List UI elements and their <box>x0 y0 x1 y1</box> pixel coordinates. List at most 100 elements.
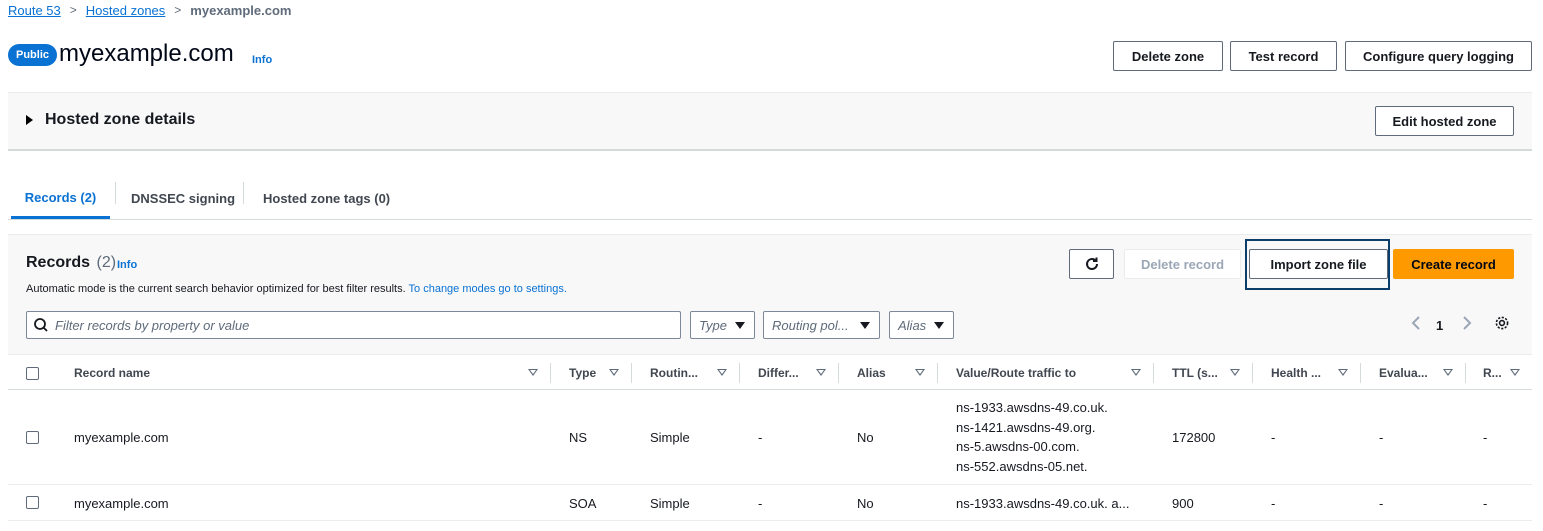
refresh-icon <box>1085 257 1098 270</box>
caret-down-icon <box>934 322 944 329</box>
column-record-id[interactable]: R... <box>1483 355 1502 391</box>
test-record-button[interactable]: Test record <box>1230 41 1337 71</box>
records-info-link[interactable]: Info <box>117 259 137 271</box>
records-panel: Records (2) Info Automatic mode is the c… <box>8 234 1532 524</box>
breadcrumb: Route 53 > Hosted zones > myexample.com <box>8 2 291 18</box>
configure-query-logging-button[interactable]: Configure query logging <box>1345 41 1532 71</box>
breadcrumb-route53-link[interactable]: Route 53 <box>8 3 61 18</box>
column-value[interactable]: Value/Route traffic to <box>956 355 1076 391</box>
column-routing-policy[interactable]: Routin... <box>650 355 698 391</box>
create-record-button[interactable]: Create record <box>1393 249 1514 279</box>
differentiator-cell: - <box>758 430 763 445</box>
evaluate-health-cell: - <box>1379 496 1384 511</box>
record-type-cell: SOA <box>569 496 597 511</box>
public-badge: Public <box>8 44 58 66</box>
ttl-cell: 900 <box>1172 496 1194 511</box>
column-divider[interactable] <box>1153 363 1154 383</box>
sort-icon[interactable] <box>609 369 619 376</box>
differentiator-cell: - <box>758 496 763 511</box>
column-divider[interactable] <box>739 363 740 383</box>
filter-records-input[interactable] <box>55 317 655 333</box>
tab-divider <box>243 182 244 204</box>
alias-filter-select[interactable]: Alias <box>889 311 954 339</box>
breadcrumb-current: myexample.com <box>190 2 292 18</box>
alias-cell: No <box>857 496 874 511</box>
column-divider[interactable] <box>1252 363 1253 383</box>
value-line: ns-552.awsdns-05.net. <box>956 458 1088 474</box>
tab-hosted-zone-tags[interactable]: Hosted zone tags (0) <box>263 178 390 219</box>
column-record-name[interactable]: Record name <box>74 355 150 391</box>
tab-records[interactable]: Records (2) <box>11 178 110 219</box>
records-title: Records (2) <box>26 254 116 272</box>
routing-policy-cell: Simple <box>650 430 690 445</box>
column-divider[interactable] <box>631 363 632 383</box>
column-divider[interactable] <box>550 363 551 383</box>
column-type[interactable]: Type <box>569 355 596 391</box>
table-row[interactable]: myexample.com SOA Simple - No ns-1933.aw… <box>8 485 1532 521</box>
record-name-cell: myexample.com <box>74 430 169 445</box>
routing-filter-label: Routing pol... <box>772 317 849 333</box>
sort-icon[interactable] <box>816 369 826 376</box>
record-type-cell: NS <box>569 430 588 445</box>
sort-icon[interactable] <box>1510 369 1520 376</box>
health-check-cell: - <box>1271 430 1276 445</box>
column-divider[interactable] <box>838 363 839 383</box>
delete-zone-button[interactable]: Delete zone <box>1113 41 1223 71</box>
hosted-zone-details-panel: Hosted zone details Edit hosted zone <box>8 92 1532 151</box>
column-alias[interactable]: Alias <box>857 355 886 391</box>
value-line: ns-5.awsdns-00.com. <box>956 439 1080 454</box>
import-zone-file-button[interactable]: Import zone file <box>1249 249 1388 279</box>
search-mode-text: Automatic mode is the current search beh… <box>26 283 406 295</box>
alias-filter-label: Alias <box>898 317 927 333</box>
value-cell: ns-1933.awsdns-49.co.uk. ns-1421.awsdns-… <box>956 398 1108 476</box>
sort-icon[interactable] <box>1131 369 1141 376</box>
delete-record-button[interactable]: Delete record <box>1124 249 1241 279</box>
next-page-icon[interactable] <box>1460 315 1474 334</box>
tab-bar: Records (2) DNSSEC signing Hosted zone t… <box>8 178 1532 220</box>
record-name-cell: myexample.com <box>74 496 169 511</box>
row-checkbox[interactable] <box>26 431 39 444</box>
row-checkbox[interactable] <box>26 496 39 509</box>
page-title: myexample.com <box>59 40 234 67</box>
tab-dnssec-signing[interactable]: DNSSEC signing <box>131 178 235 219</box>
sort-icon[interactable] <box>717 369 727 376</box>
previous-page-icon[interactable] <box>1409 315 1423 334</box>
column-divider[interactable] <box>1465 363 1466 383</box>
routing-policy-filter-select[interactable]: Routing pol... <box>763 311 880 339</box>
settings-link[interactable]: To change modes go to settings. <box>409 283 567 295</box>
sort-icon[interactable] <box>915 369 925 376</box>
select-all-checkbox[interactable] <box>26 367 39 380</box>
breadcrumb-hosted-zones-link[interactable]: Hosted zones <box>86 3 166 18</box>
edit-hosted-zone-button[interactable]: Edit hosted zone <box>1375 106 1514 136</box>
value-line: ns-1933.awsdns-49.co.uk. <box>956 400 1108 415</box>
search-icon <box>27 312 55 338</box>
table-row[interactable]: myexample.com NS Simple - No ns-1933.aws… <box>8 390 1532 485</box>
filter-records-field[interactable] <box>26 311 681 339</box>
hosted-zone-details-toggle[interactable]: Hosted zone details <box>45 111 195 129</box>
records-table-header: Record name Type Routin... Differ... Ali… <box>8 354 1532 390</box>
record-id-cell: - <box>1483 430 1488 445</box>
sort-icon[interactable] <box>1338 369 1348 376</box>
records-description: Automatic mode is the current search beh… <box>26 283 567 295</box>
sort-icon[interactable] <box>528 369 538 376</box>
column-differentiator[interactable]: Differ... <box>758 355 799 391</box>
sort-icon[interactable] <box>1443 369 1453 376</box>
ttl-cell: 172800 <box>1172 430 1216 445</box>
column-evaluate-health[interactable]: Evalua... <box>1379 355 1428 391</box>
column-divider[interactable] <box>1360 363 1361 383</box>
type-filter-select[interactable]: Type <box>690 311 755 339</box>
column-health-check[interactable]: Health ... <box>1271 355 1321 391</box>
column-divider[interactable] <box>937 363 938 383</box>
page-number[interactable]: 1 <box>1436 318 1443 333</box>
value-cell: ns-1933.awsdns-49.co.uk. a... <box>956 496 1130 511</box>
refresh-button[interactable] <box>1069 249 1114 279</box>
type-filter-label: Type <box>699 317 727 333</box>
sort-icon[interactable] <box>1230 369 1240 376</box>
gear-icon[interactable] <box>1494 315 1510 334</box>
column-ttl[interactable]: TTL (s... <box>1172 355 1218 391</box>
routing-policy-cell: Simple <box>650 496 690 511</box>
record-id-cell: - <box>1483 496 1488 511</box>
title-info-link[interactable]: Info <box>252 54 272 66</box>
caret-down-icon <box>735 322 745 329</box>
expand-caret-icon[interactable] <box>26 115 33 125</box>
